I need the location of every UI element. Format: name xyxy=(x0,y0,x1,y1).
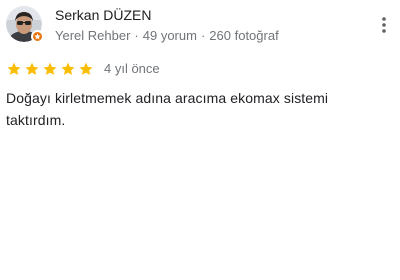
review-date: 4 yıl önce xyxy=(104,61,160,76)
star-rating xyxy=(6,61,96,77)
star-icon xyxy=(61,62,75,75)
reviewer-info: Serkan DÜZEN Yerel Rehber · 49 yorum · 260 f… xyxy=(55,6,279,45)
meta-separator: · xyxy=(200,28,206,43)
local-guide-badge-icon xyxy=(31,30,44,43)
review-card: Serkan DÜZEN Yerel Rehber · 49 yorum · 260 f… xyxy=(0,0,400,280)
reviewer-photo-count: 260 fotoğraf xyxy=(209,28,279,43)
meta-separator: · xyxy=(134,28,139,43)
reviewer-name[interactable]: Serkan DÜZEN xyxy=(55,6,279,24)
rating-row: 4 yıl önce xyxy=(6,61,160,77)
reviewer-meta: Yerel Rehber · 49 yorum · 260 fotoğraf xyxy=(55,27,279,45)
star-icon xyxy=(43,62,57,75)
star-icon xyxy=(7,62,21,75)
star-icon xyxy=(25,62,39,75)
reviewer-avatar[interactable] xyxy=(6,6,44,43)
reviewer-level: Yerel Rehber xyxy=(55,28,131,43)
review-text: Doğayı kirletmemek adına aracıma ekomax … xyxy=(6,90,329,128)
more-options-button[interactable] xyxy=(376,14,392,36)
star-icon xyxy=(79,62,93,75)
more-vertical-icon xyxy=(382,17,386,33)
reviewer-review-count: 49 yorum xyxy=(142,28,197,43)
